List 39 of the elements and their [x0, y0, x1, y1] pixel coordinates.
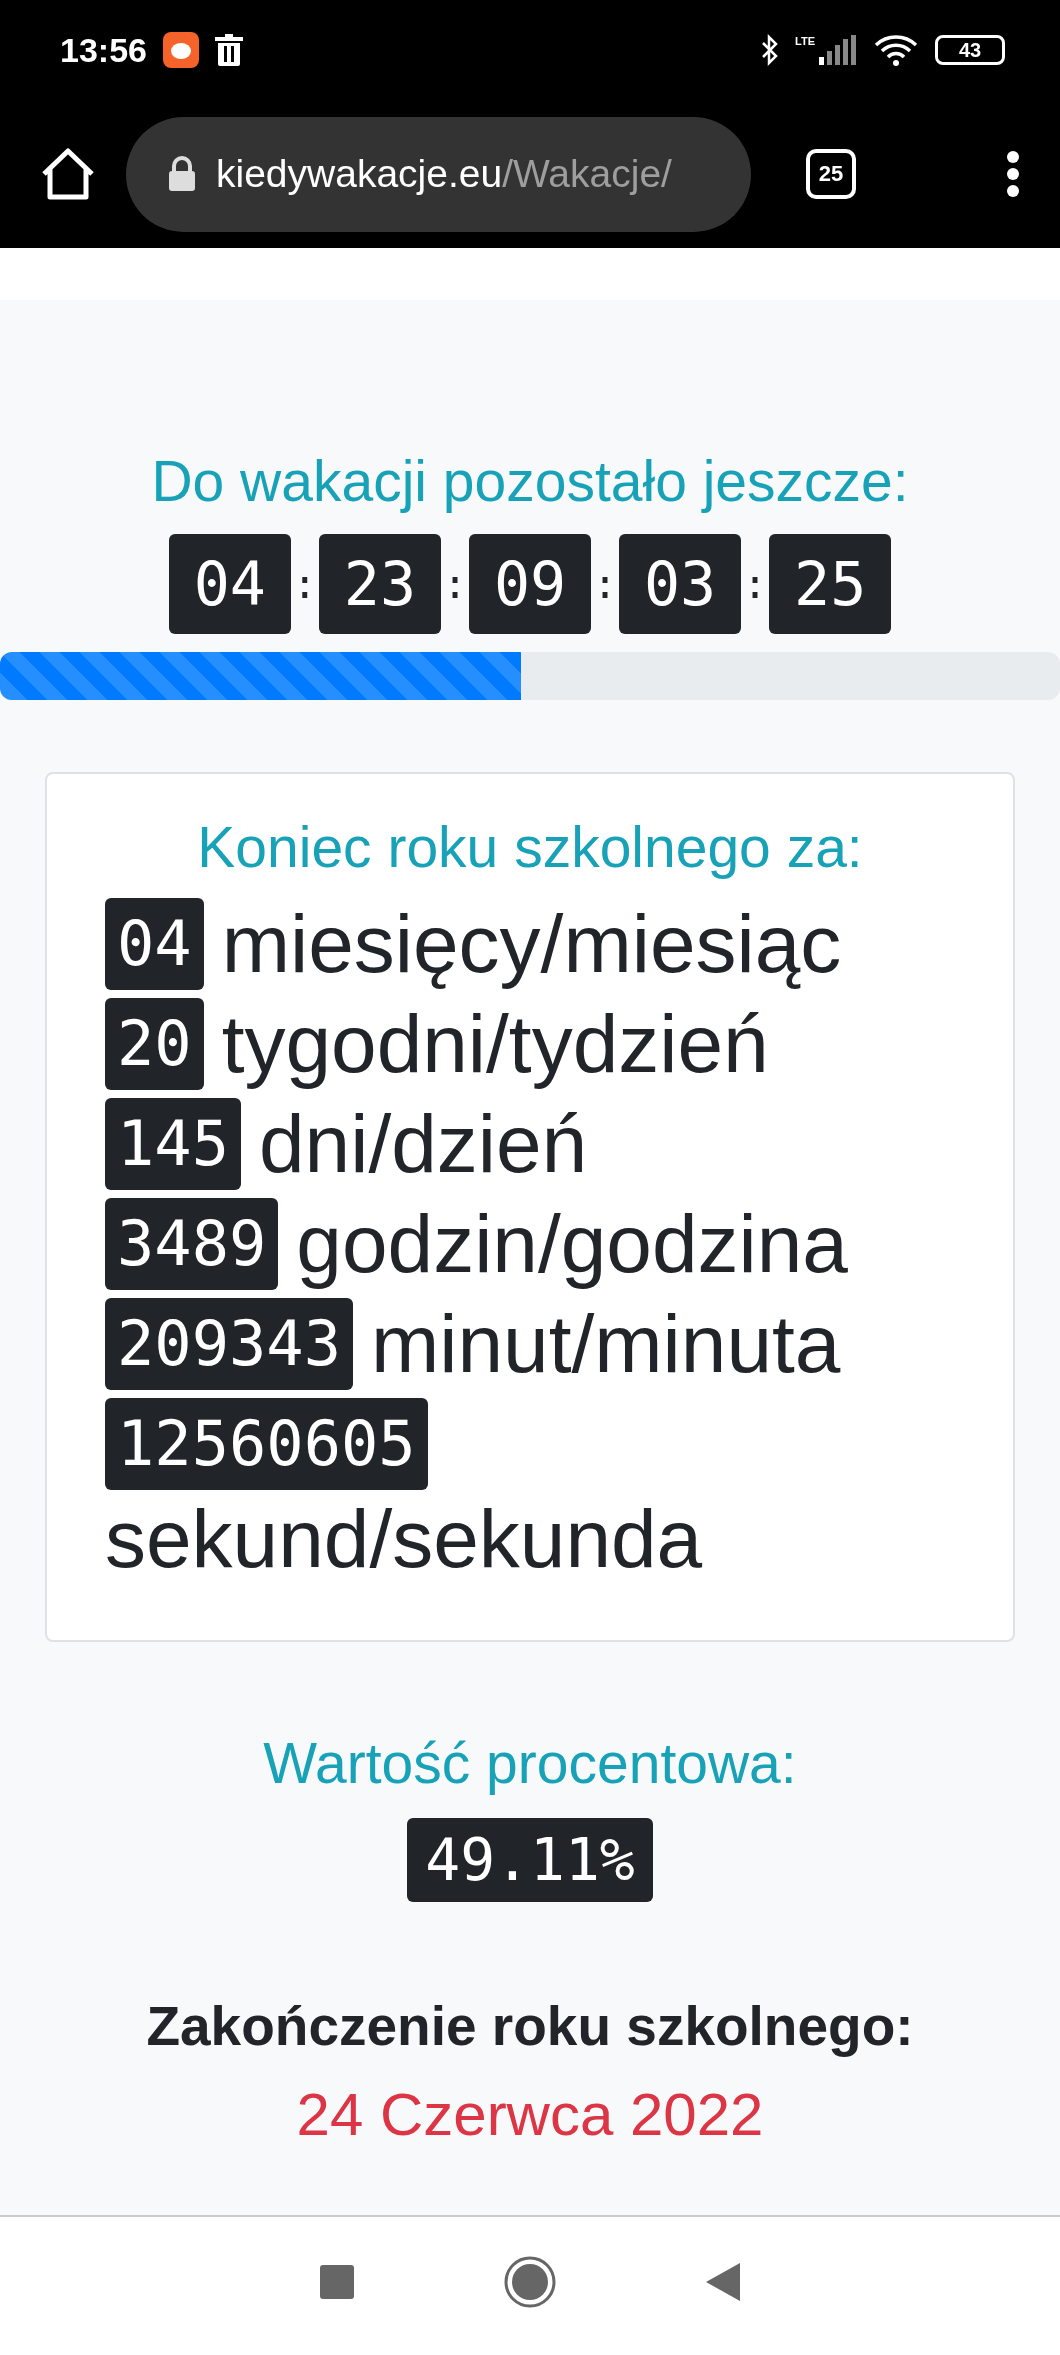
card-title: Koniec roku szkolnego za: — [196, 814, 864, 880]
count-value: 20 — [105, 998, 204, 1090]
time-segment: 09 — [469, 534, 591, 634]
wifi-icon — [873, 33, 919, 67]
percentage-heading: Wartość procentowa: — [263, 1730, 797, 1796]
count-value: 12560605 — [105, 1398, 428, 1490]
app-icon — [162, 32, 199, 68]
time-segment: 25 — [769, 534, 892, 634]
address-bar[interactable]: kiedywakacje.eu/Wakacje/ — [126, 116, 751, 232]
count-value: 3489 — [105, 1198, 279, 1290]
countdown-heading: Do wakacji pozostało jeszcze: — [151, 448, 909, 514]
bluetooth-icon — [761, 34, 780, 66]
count-value: 04 — [105, 898, 204, 990]
end-date-heading: Zakończenie roku szkolnego: — [146, 1994, 914, 2058]
trash-icon — [214, 34, 243, 66]
time-segment: 23 — [318, 534, 441, 634]
time-segment: 03 — [619, 534, 742, 634]
separator: : — [743, 561, 768, 607]
back-icon[interactable] — [706, 2263, 740, 2301]
unit-label: sekund/sekunda — [105, 1498, 703, 1580]
separator: : — [442, 561, 467, 607]
clock: 13:56 — [60, 30, 147, 70]
home-button-icon[interactable] — [504, 2256, 556, 2308]
signal-icon — [817, 35, 857, 65]
tab-count[interactable]: 25 — [806, 149, 856, 199]
separator: : — [593, 561, 618, 607]
unit-label: dni/dzień — [259, 1103, 588, 1185]
separator: : — [292, 561, 317, 607]
unit-label: minut/minuta — [370, 1303, 841, 1385]
battery-indicator: 43 — [935, 35, 1005, 65]
lock-icon — [168, 156, 196, 192]
percentage-value: 49.11% — [407, 1818, 653, 1902]
home-icon[interactable] — [40, 148, 96, 200]
count-value: 145 — [105, 1098, 241, 1190]
end-date: 24 Czerwca 2022 — [296, 2080, 764, 2149]
network-label: LTE — [795, 35, 815, 47]
count-value: 209343 — [105, 1298, 353, 1390]
menu-icon[interactable] — [1006, 150, 1020, 198]
time-segment: 04 — [168, 534, 291, 634]
